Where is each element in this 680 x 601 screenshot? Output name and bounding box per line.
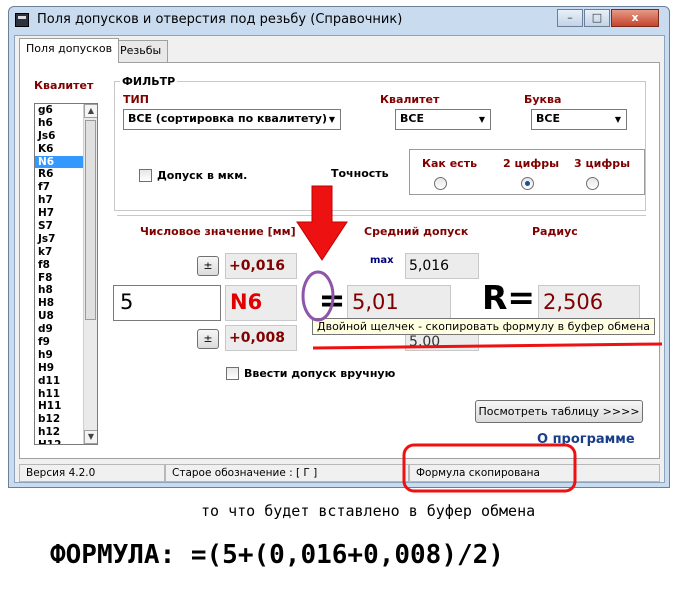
red-status-highlight (402, 443, 577, 493)
annotation-caption: то что будет вставлено в буфер обмена (201, 502, 536, 520)
annotation-formula: ФОРМУЛА: =(5+(0,016+0,008)/2) (50, 540, 504, 570)
red-arrow-icon (296, 185, 348, 261)
red-underline (312, 342, 663, 350)
purple-circle-highlight (301, 270, 335, 322)
tab-tolerance-fields[interactable]: Поля допусков (19, 38, 120, 63)
